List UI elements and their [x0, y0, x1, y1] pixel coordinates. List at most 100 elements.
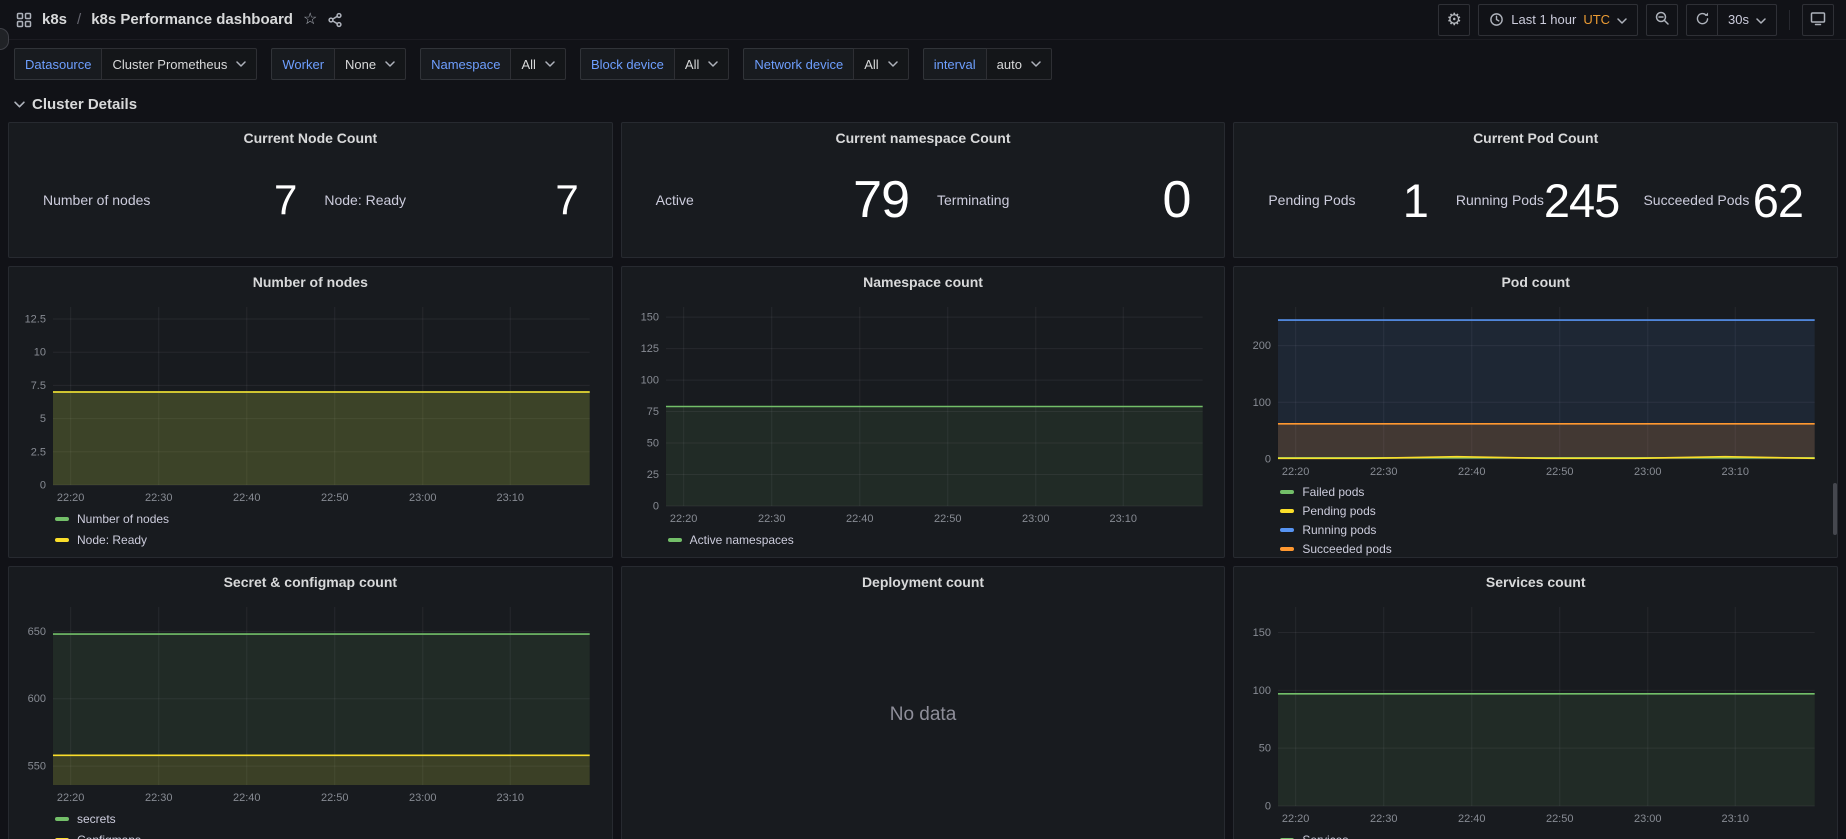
stat-label: Pending Pods [1268, 192, 1356, 208]
svg-text:22:40: 22:40 [233, 492, 261, 504]
variable-label: interval [922, 48, 986, 80]
variable-value-text: All [864, 56, 879, 72]
svg-text:23:10: 23:10 [496, 492, 524, 504]
variable-block-device-value[interactable]: All [673, 48, 730, 80]
stat: Pending Pods 1 [1254, 177, 1442, 224]
top-navigation: k8s / k8s Performance dashboard ☆ ⚙ Last… [0, 0, 1846, 40]
star-icon[interactable]: ☆ [303, 11, 317, 28]
legend-item[interactable]: Services [1280, 830, 1829, 839]
panel-title[interactable]: Namespace count [622, 267, 1225, 297]
legend-label: Pending pods [1302, 503, 1376, 518]
stat-label: Node: Ready [324, 192, 407, 208]
apps-grid-icon[interactable] [16, 12, 32, 28]
legend-item[interactable]: Running pods [1280, 521, 1829, 538]
panel-current-namespace-count: Current namespace Count Active 79 Termin… [620, 122, 1226, 258]
series-color-swatch [1280, 546, 1295, 551]
time-series-chart[interactable]: 0 25 50 75 100 125 150 22:20 22:30 22:40 22:50 23:0… [628, 297, 1215, 528]
svg-text:150: 150 [640, 312, 658, 324]
zoom-out-time-button[interactable] [1646, 3, 1679, 36]
svg-text:550: 550 [28, 761, 46, 773]
dashboard-settings-button[interactable]: ⚙ [1438, 3, 1471, 36]
breadcrumb: k8s / k8s Performance dashboard ☆ [16, 11, 343, 28]
svg-text:22:50: 22:50 [321, 492, 349, 504]
breadcrumb-app[interactable]: k8s [42, 11, 67, 28]
variable-value-text: All [521, 56, 536, 72]
variable-namespace-value[interactable]: All [510, 48, 566, 80]
variable-value-text: All [684, 56, 700, 72]
legend-scrollbar[interactable] [1833, 483, 1838, 535]
svg-text:22:50: 22:50 [321, 792, 349, 804]
stat-value: 245 [1543, 173, 1620, 227]
variable-worker-value[interactable]: None [334, 48, 407, 80]
stat-label: Terminating [937, 192, 1010, 208]
svg-text:23:00: 23:00 [1634, 466, 1662, 478]
stat: Number of nodes 7 [29, 179, 310, 221]
panel-title[interactable]: Number of nodes [9, 267, 612, 297]
panel-title[interactable]: Pod count [1234, 267, 1837, 297]
legend-item[interactable]: Configmaps [55, 830, 604, 839]
time-range-label: Last 1 hour [1511, 12, 1577, 27]
svg-text:75: 75 [646, 406, 658, 418]
panel-title[interactable]: Current Pod Count [1234, 123, 1837, 153]
legend-item[interactable]: Node: Ready [55, 530, 604, 549]
variable-interval-value[interactable]: auto [985, 48, 1052, 80]
time-series-chart[interactable]: 0 2.5 5 7.5 10 12.5 22:20 22:30 22:40 22:50 23:00 2… [15, 297, 602, 507]
chart-area: 0 100 200 22:20 22:30 22:40 22:50 23:00 23:10 [1234, 297, 1837, 481]
stat-value: 7 [555, 176, 578, 223]
svg-text:600: 600 [28, 693, 46, 705]
time-range-picker[interactable]: Last 1 hour UTC [1478, 3, 1639, 36]
variable-label: Block device [579, 48, 674, 80]
svg-text:7.5: 7.5 [31, 380, 46, 392]
panel-title[interactable]: Deployment count [622, 567, 1225, 597]
variable-datasource-value[interactable]: Cluster Prometheus [101, 48, 258, 80]
stat-value: 79 [853, 171, 910, 229]
variable-label: Worker [271, 48, 335, 80]
panel-title[interactable]: Current Node Count [9, 123, 612, 153]
panel-title[interactable]: Services count [1234, 567, 1837, 597]
panel-title[interactable]: Current namespace Count [622, 123, 1225, 153]
chart-legend: secrets Configmaps [9, 807, 612, 839]
legend-item[interactable]: Succeeded pods [1280, 540, 1829, 557]
stat: Node: Ready 7 [310, 179, 591, 221]
timezone-label: UTC [1583, 12, 1611, 27]
chart-panel-row: Secret & configmap count 550 600 650 22:20 2… [8, 566, 1839, 839]
stat: Succeeded Pods 62 [1629, 177, 1817, 224]
share-icon[interactable] [327, 12, 343, 28]
svg-text:22:50: 22:50 [1546, 466, 1574, 478]
section-cluster-details[interactable]: Cluster Details [0, 88, 1846, 120]
svg-text:22:50: 22:50 [1546, 813, 1574, 825]
variable-value-text: auto [996, 56, 1022, 72]
breadcrumb-separator: / [77, 11, 82, 28]
legend-item[interactable]: Active namespaces [667, 530, 1217, 549]
series-color-swatch [55, 816, 69, 821]
stat-group: Number of nodes 7 Node: Ready 7 [9, 153, 612, 257]
time-series-chart[interactable]: 0 100 200 22:20 22:30 22:40 22:50 23:00 23:10 [1240, 297, 1827, 481]
panel-current-pod-count: Current Pod Count Pending Pods 1 Running… [1233, 122, 1839, 258]
variable-network-device-value[interactable]: All [853, 48, 909, 80]
refresh-interval-dropdown[interactable]: 30s [1718, 3, 1777, 36]
chevron-down-icon [1031, 61, 1041, 67]
refresh-button[interactable] [1686, 3, 1719, 36]
dashboard-title: k8s Performance dashboard [91, 11, 293, 28]
variable-datasource: Datasource Cluster Prometheus [14, 48, 258, 80]
chevron-down-icon [14, 100, 25, 108]
kiosk-mode-button[interactable] [1802, 3, 1834, 36]
legend-label: Active namespaces [689, 532, 794, 547]
legend-item[interactable]: Failed pods [1280, 483, 1829, 500]
legend-item[interactable]: Number of nodes [55, 509, 604, 528]
panel-title[interactable]: Secret & configmap count [9, 567, 612, 597]
no-data-message: No data [889, 704, 957, 725]
legend-item[interactable]: Pending pods [1280, 502, 1829, 519]
time-series-chart[interactable]: 0 50 100 150 22:20 22:30 22:40 22:50 23:00 23:10 [1240, 597, 1827, 828]
legend-label: Number of nodes [77, 511, 170, 526]
legend-item[interactable]: secrets [55, 809, 604, 828]
stat-value: 62 [1752, 173, 1804, 227]
chevron-down-icon [708, 61, 719, 67]
stat: Running Pods 245 [1442, 177, 1630, 224]
stat: Terminating 0 [923, 174, 1204, 226]
chevron-down-icon [545, 61, 555, 67]
chart-panel-row: Number of nodes 0 2.5 5 7.5 10 12.5 22:20 22:30… [8, 266, 1839, 558]
svg-text:0: 0 [40, 479, 46, 491]
svg-text:100: 100 [1253, 397, 1271, 409]
time-series-chart[interactable]: 550 600 650 22:20 22:30 22:40 22:50 23:00 23:10 [15, 597, 602, 807]
